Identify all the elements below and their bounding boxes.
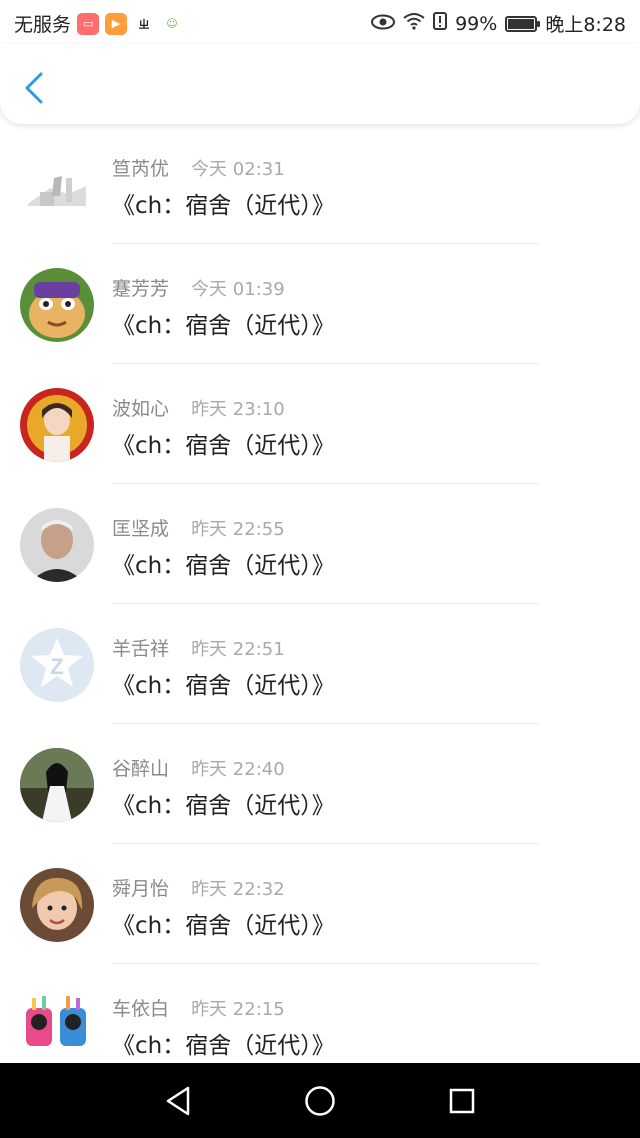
- status-right: 99% 晚上8:28: [371, 10, 626, 37]
- carrier-text: 无服务: [14, 14, 72, 36]
- sender-name: 笪芮优: [112, 158, 170, 180]
- system-navigation-bar: [0, 1063, 640, 1138]
- avatar: [20, 268, 94, 342]
- chevron-left-icon: [25, 72, 43, 104]
- message-time: 今天 01:39: [191, 279, 285, 300]
- list-item[interactable]: 舜月怡 昨天 22:32 《ch：宿舍（近代）》: [0, 844, 640, 964]
- sender-name: 车依白: [112, 998, 170, 1020]
- sender-line: 波如心 昨天 23:10: [112, 394, 285, 421]
- status-bar: 无服务 ▭ ▶ ㄓ ☺ 99% 晚上8:28: [0, 0, 640, 44]
- message-text: 《ch：宿舍（近代）》: [112, 553, 335, 579]
- recents-nav-button[interactable]: [442, 1081, 482, 1121]
- sender-name: 匡坚成: [112, 518, 170, 540]
- avatar: [20, 148, 94, 222]
- list-item[interactable]: 车依白 昨天 22:15 《ch：宿舍（近代）》: [0, 964, 640, 1063]
- battery-icon: [505, 15, 541, 32]
- triangle-back-icon: [166, 1086, 190, 1116]
- home-nav-button[interactable]: [300, 1081, 340, 1121]
- eye-icon: [371, 13, 396, 35]
- sender-name: 波如心: [112, 398, 170, 420]
- list-item[interactable]: 谷醉山 昨天 22:40 《ch：宿舍（近代）》: [0, 724, 640, 844]
- avatar: [20, 508, 94, 582]
- message-time: 今天 02:31: [191, 159, 285, 180]
- sender-line: 匡坚成 昨天 22:55: [112, 514, 285, 541]
- message-time: 昨天 22:51: [191, 639, 285, 660]
- avatar: Z: [20, 628, 94, 702]
- alert-icon: [433, 12, 448, 35]
- list-item[interactable]: Z 羊舌祥 昨天 22:51 《ch：宿舍（近代）》: [0, 604, 640, 724]
- message-text: 《ch：宿舍（近代）》: [112, 673, 335, 699]
- avatar: [20, 988, 94, 1062]
- clock-time: 晚上8:28: [545, 14, 626, 36]
- sender-line: 车依白 昨天 22:15: [112, 994, 285, 1021]
- battery-percent: 99%: [455, 12, 498, 35]
- avatar: [20, 868, 94, 942]
- message-time: 昨天 22:15: [191, 999, 285, 1020]
- message-text: 《ch：宿舍（近代）》: [112, 433, 335, 459]
- sender-name: 羊舌祥: [112, 638, 170, 660]
- back-nav-button[interactable]: [158, 1081, 198, 1121]
- back-button[interactable]: [18, 70, 50, 106]
- status-left: 无服务 ▭ ▶ ㄓ ☺: [14, 10, 184, 37]
- sender-name: 舜月怡: [112, 878, 170, 900]
- sender-line: 谷醉山 昨天 22:40: [112, 754, 285, 781]
- list-item[interactable]: 波如心 昨天 23:10 《ch：宿舍（近代）》: [0, 364, 640, 484]
- message-time: 昨天 22:32: [191, 879, 285, 900]
- circle-home-icon: [305, 1086, 335, 1116]
- wifi-icon: [403, 12, 425, 35]
- list-item[interactable]: 蹇芳芳 今天 01:39 《ch：宿舍（近代）》: [0, 244, 640, 364]
- message-list: 笪芮优 今天 02:31 《ch：宿舍（近代）》 蹇芳芳 今天 01:39 《c…: [0, 124, 640, 1063]
- video-app-icon: ▶: [105, 12, 128, 35]
- message-time: 昨天 23:10: [191, 399, 285, 420]
- message-text: 《ch：宿舍（近代）》: [112, 193, 335, 219]
- bulb-app-icon: ☺: [161, 12, 184, 35]
- shop-app-icon: ▭: [77, 12, 100, 35]
- svg-text:Z: Z: [50, 654, 63, 679]
- message-text: 《ch：宿舍（近代）》: [112, 793, 335, 819]
- battery-fill: [508, 18, 535, 29]
- message-text: 《ch：宿舍（近代）》: [112, 1033, 335, 1059]
- top-app-bar: [0, 44, 640, 124]
- sender-line: 笪芮优 今天 02:31: [112, 154, 285, 181]
- list-item[interactable]: 匡坚成 昨天 22:55 《ch：宿舍（近代）》: [0, 484, 640, 604]
- message-text: 《ch：宿舍（近代）》: [112, 313, 335, 339]
- sender-name: 蹇芳芳: [112, 278, 170, 300]
- app-notification-icon: ㄓ: [133, 12, 156, 35]
- avatar: [20, 388, 94, 462]
- avatar: [20, 748, 94, 822]
- sender-line: 羊舌祥 昨天 22:51: [112, 634, 285, 661]
- sender-line: 蹇芳芳 今天 01:39: [112, 274, 285, 301]
- sender-name: 谷醉山: [112, 758, 170, 780]
- sender-line: 舜月怡 昨天 22:32: [112, 874, 285, 901]
- list-item[interactable]: 笪芮优 今天 02:31 《ch：宿舍（近代）》: [0, 124, 640, 244]
- square-recents-icon: [449, 1088, 475, 1114]
- message-time: 昨天 22:40: [191, 759, 285, 780]
- message-time: 昨天 22:55: [191, 519, 285, 540]
- message-text: 《ch：宿舍（近代）》: [112, 913, 335, 939]
